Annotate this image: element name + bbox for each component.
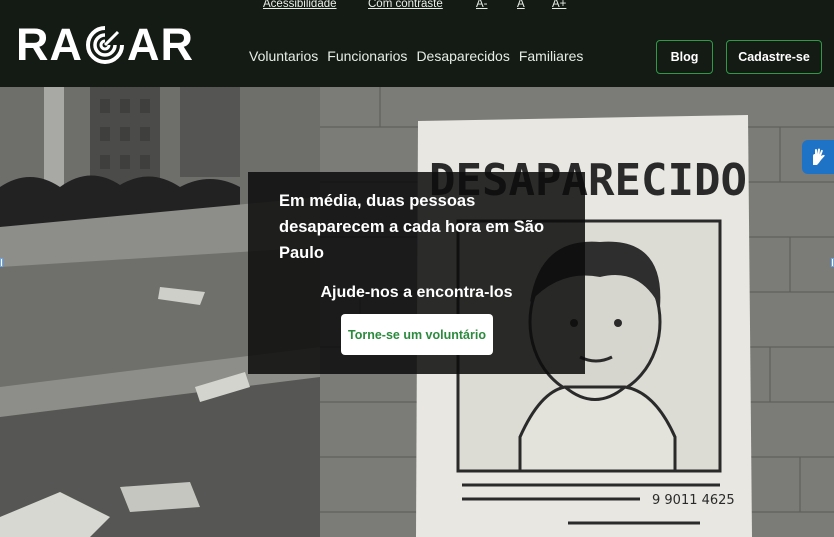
become-volunteer-button[interactable]: Torne-se um voluntário [341,314,493,355]
font-increase-link[interactable]: A+ [552,0,566,10]
poster-phone: 9 9011 4625 [652,493,735,508]
nav-item-familiares[interactable]: Familiares [519,48,584,64]
signup-button[interactable]: Cadastre-se [726,40,822,74]
main-nav: Voluntarios Funcionarios Desaparecidos F… [249,48,583,64]
hero-headline: Em média, duas pessoas desaparecem a cad… [279,192,545,262]
logo-text-right: AR [127,19,194,70]
nav-item-desaparecidos[interactable]: Desaparecidos [416,48,509,64]
carousel-prev-handle[interactable] [0,258,3,267]
blog-button[interactable]: Blog [656,40,713,74]
nav-item-voluntarios[interactable]: Voluntarios [249,48,318,64]
site-header: Acessibilidade Com contraste A- A A+ RA … [0,0,834,87]
radar-logo[interactable]: RA AR [16,22,194,68]
accessibility-bar: Acessibilidade Com contraste A- A A+ [0,0,834,14]
accessibility-link[interactable]: Acessibilidade [263,0,337,10]
logo-text-left: RA [16,19,83,70]
radar-rings-icon [85,25,125,65]
hero-subheadline: Ajude-nos a encontra-los [320,284,513,301]
font-decrease-link[interactable]: A- [476,0,488,10]
nav-item-funcionarios[interactable]: Funcionarios [327,48,407,64]
contrast-link[interactable]: Com contraste [368,0,443,10]
sign-language-hand-icon[interactable] [802,140,834,174]
font-reset-link[interactable]: A [517,0,525,10]
